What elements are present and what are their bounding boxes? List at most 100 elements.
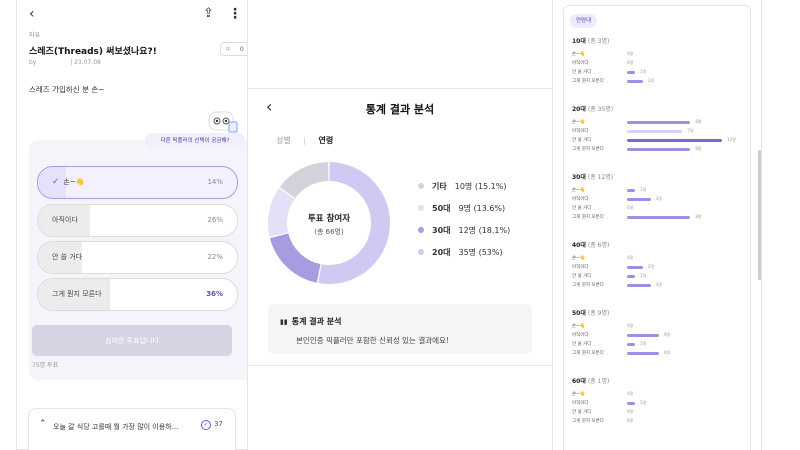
age-group-header: 30대 (총 12명) — [572, 172, 752, 186]
age-row-bar — [627, 79, 643, 83]
age-row-label: 안 쓸 거다 — [572, 206, 592, 211]
vote-count: 75명 투표 — [32, 362, 59, 369]
age-row-label: 안 쓸 거다 — [572, 342, 592, 347]
related-poll-card[interactable]: ⌃ 오늘 갈 식당 고를때 뭘 가장 많이 이용하... ✓ 37 — [28, 408, 236, 450]
age-group-name: 50대 — [572, 310, 586, 317]
donut-center-sub: (총 66명) — [314, 227, 344, 236]
donut-chart: 투표 참여자 (총 66명) — [268, 162, 391, 284]
age-row-bar — [627, 283, 651, 287]
age-row-bar — [627, 188, 635, 192]
age-row-label: 손~👋 — [572, 52, 586, 57]
age-row-label: 그게 뭔지 모른다 — [572, 147, 604, 152]
age-row-value: 1명 — [639, 273, 647, 278]
age-row-value: 1명 — [639, 187, 647, 192]
age-row: 안 쓸 거다 0명 — [572, 204, 752, 213]
back-icon[interactable]: ‹ — [29, 6, 35, 22]
age-row: 손~👋 0명 — [572, 50, 752, 59]
age-row-value: 4명 — [663, 332, 670, 337]
more-icon[interactable]: ⋮ — [228, 6, 242, 22]
chevron-up-icon[interactable]: ⌃ — [39, 419, 47, 429]
age-group-count: (총 9명) — [587, 310, 610, 317]
age-row: 손~👋 0명 — [572, 254, 752, 263]
age-row-value: 8명 — [695, 214, 702, 219]
age-group: 20대 (총 35명) 손~👋 8명 아직이다 7명 안 쓸 거다 12명 그게 뭔지 모른다 8… — [572, 104, 752, 154]
scrollbar[interactable] — [758, 150, 761, 280]
age-row-label: 아직이다 — [572, 265, 589, 270]
age-row-value: 0명 — [627, 323, 634, 328]
age-row-bar — [627, 197, 651, 201]
age-group-count: (총 1명) — [587, 378, 610, 385]
age-group-count: (총 12명) — [587, 174, 614, 181]
age-row: 아직이다 0명 — [572, 59, 752, 68]
poll-tooltip[interactable]: 다른 픽플러의 선택이 궁금해? — [145, 133, 245, 147]
bookmark-icon: ⌑ — [226, 45, 230, 53]
age-row-bar — [627, 333, 659, 337]
bar-chart-icon: ▮▮ — [280, 318, 288, 326]
age-row: 손~👋 1명 — [572, 186, 752, 195]
info-title: ▮▮ 통계 결과 분석 — [280, 317, 342, 326]
age-group-header: 50대 (총 9명) — [572, 308, 752, 322]
stats-title: 통계 결과 분석 — [365, 103, 435, 116]
age-chip[interactable]: 연령대 — [570, 14, 598, 28]
legend-swatch — [418, 227, 424, 233]
age-group-header: 60대 (총 1명) — [572, 376, 752, 390]
stats-panel: ‹ 통계 결과 분석 성별 | 연령 투표 참여자 (총 66명) 기타 10명 … — [248, 88, 552, 366]
poll-option[interactable]: ✓ 손~👋 14% — [37, 166, 238, 199]
age-row-label: 손~👋 — [572, 120, 586, 125]
poll-option[interactable]: 아직이다 26% — [37, 204, 238, 237]
share-icon[interactable]: ⇪ — [203, 6, 214, 21]
age-row: 손~👋 0명 — [572, 322, 752, 331]
age-breakdown-panel: 연령대 10대 (총 3명) 손~👋 0명 아직이다 0명 안 쓸 거다 1명 그게 뭔지 모른… — [552, 0, 762, 450]
age-row-bar — [627, 138, 722, 142]
poll-option[interactable]: 그게 뭔지 모른다 36% — [37, 278, 238, 311]
mascot-icon — [208, 111, 238, 133]
age-row: 안 쓸 거다 1명 — [572, 68, 752, 77]
age-row-bar — [627, 265, 643, 269]
author-prefix: by — [29, 59, 37, 66]
age-row: 안 쓸 거다 0명 — [572, 408, 752, 417]
poll-option[interactable]: 안 쓸 거다 22% — [37, 241, 238, 274]
age-row: 안 쓸 거다 1명 — [572, 340, 752, 349]
age-row-value: 2명 — [647, 78, 655, 83]
age-row-label: 그게 뭔지 모른다 — [572, 351, 604, 356]
age-row-bar — [627, 215, 691, 219]
age-group: 40대 (총 6명) 손~👋 0명 아직이다 2명 안 쓸 거다 1명 그게 뭔지 모른다 3명 — [572, 240, 752, 290]
age-row-label: 안 쓸 거다 — [572, 410, 592, 415]
age-row-value: 0명 — [627, 255, 634, 260]
age-row-label: 안 쓸 거다 — [572, 138, 592, 143]
age-group-name: 60대 — [572, 378, 586, 385]
age-row-label: 안 쓸 거다 — [572, 70, 592, 75]
age-row-bar — [627, 342, 635, 346]
age-row-bar — [627, 351, 659, 355]
age-row-value: 0명 — [627, 205, 634, 210]
voted-button[interactable]: 참여한 투표입니다 — [32, 325, 232, 356]
age-row: 아직이다 7명 — [572, 127, 752, 136]
age-row: 손~👋 8명 — [572, 118, 752, 127]
age-row-value: 0명 — [627, 409, 634, 414]
age-group-header: 10대 (총 3명) — [572, 36, 752, 50]
age-group-name: 40대 — [572, 242, 586, 249]
tab-gender[interactable]: 성별 — [276, 136, 291, 145]
post-meta: by | 23.07.08 — [29, 59, 101, 66]
legend-swatch — [418, 205, 424, 211]
legend-swatch — [418, 249, 424, 255]
age-row-value: 8명 — [695, 119, 702, 124]
legend-item: 20대 35명 (53%) — [418, 241, 510, 263]
age-row-value: 12명 — [727, 137, 736, 142]
post-category: 자유 — [29, 32, 41, 39]
tab-age[interactable]: 연령 — [319, 136, 334, 145]
poll-option-label: 안 쓸 거다 — [52, 253, 83, 261]
age-row-value: 1명 — [639, 341, 647, 346]
legend-swatch — [418, 183, 424, 189]
bookmark-button[interactable]: ⌑ 0 — [220, 42, 247, 56]
related-question: 오늘 갈 식당 고를때 뭘 가장 많이 이용하... — [53, 423, 179, 431]
age-row: 손~👋 0명 — [572, 390, 752, 399]
age-row-label: 아직이다 — [572, 333, 589, 338]
age-row-value: 0명 — [627, 391, 634, 396]
age-row-value: 8명 — [695, 146, 702, 151]
age-row-value: 4명 — [663, 350, 670, 355]
post-top-bar: ‹ ⇪ ⋮ — [17, 0, 247, 30]
age-group: 30대 (총 12명) 손~👋 1명 아직이다 3명 안 쓸 거다 0명 그게 뭔지 모른다 8명 — [572, 172, 752, 222]
tab-divider: | — [303, 136, 306, 145]
age-row-label: 아직이다 — [572, 61, 589, 66]
